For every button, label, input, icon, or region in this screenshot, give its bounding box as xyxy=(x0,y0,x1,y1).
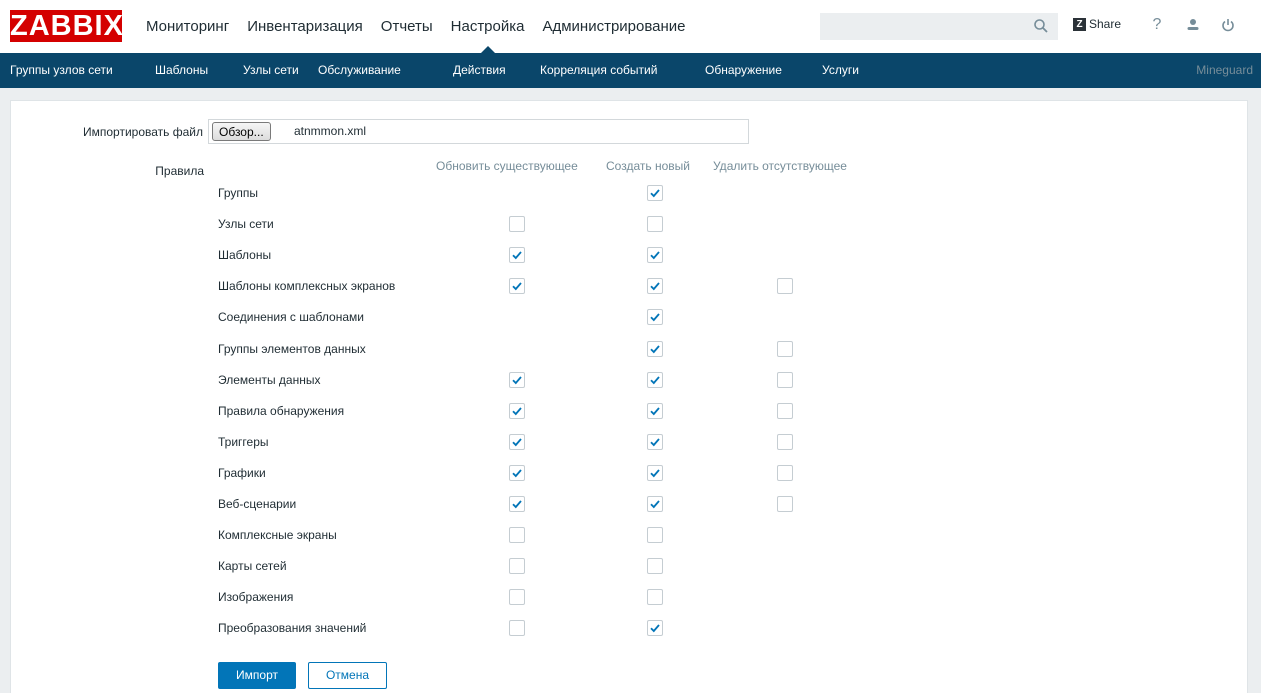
import-form-panel xyxy=(10,100,1248,693)
rule-label: Графики xyxy=(218,466,266,480)
import-file-input[interactable]: Обзор... atnmmon.xml xyxy=(208,119,749,144)
share-label: Share xyxy=(1089,17,1122,31)
rule-label: Группы элементов данных xyxy=(218,342,366,356)
submenu-hosts[interactable]: Узлы сети xyxy=(243,53,299,88)
rule-checkbox-create[interactable] xyxy=(647,527,663,543)
rule-checkbox-create[interactable] xyxy=(647,403,663,419)
column-update-existing: Обновить существующее xyxy=(436,159,578,173)
rule-label: Соединения с шаблонами xyxy=(218,310,364,324)
import-file-label: Импортировать файл xyxy=(83,125,203,139)
rule-label: Карты сетей xyxy=(218,559,287,573)
rule-checkbox-update[interactable] xyxy=(509,278,525,294)
rule-checkbox-update[interactable] xyxy=(509,372,525,388)
zabbix-logo[interactable]: ZABBIX xyxy=(10,10,123,42)
rule-checkbox-delete[interactable] xyxy=(777,403,793,419)
cancel-button[interactable]: Отмена xyxy=(308,662,387,689)
rules-label: Правила xyxy=(155,164,204,178)
submenu-actions[interactable]: Действия xyxy=(453,53,506,88)
sub-menu: Группы узлов сети Шаблоны Узлы сети Обсл… xyxy=(0,53,1261,88)
rule-checkbox-update[interactable] xyxy=(509,558,525,574)
rule-checkbox-update[interactable] xyxy=(509,465,525,481)
power-icon[interactable] xyxy=(1218,15,1238,35)
submenu-templates[interactable]: Шаблоны xyxy=(155,53,208,88)
rule-checkbox-create[interactable] xyxy=(647,496,663,512)
search-input[interactable] xyxy=(820,13,1058,40)
rule-checkbox-update[interactable] xyxy=(509,589,525,605)
share-icon: Z xyxy=(1073,17,1086,31)
menu-inventory[interactable]: Инвентаризация xyxy=(238,0,372,53)
rule-checkbox-create[interactable] xyxy=(647,589,663,605)
rule-checkbox-delete[interactable] xyxy=(777,372,793,388)
rule-checkbox-create[interactable] xyxy=(647,434,663,450)
browse-button[interactable]: Обзор... xyxy=(212,122,271,141)
rule-checkbox-create[interactable] xyxy=(647,216,663,232)
help-icon[interactable]: ? xyxy=(1147,15,1167,35)
submenu-maintenance[interactable]: Обслуживание xyxy=(318,53,401,88)
rule-checkbox-update[interactable] xyxy=(509,620,525,636)
rule-label: Веб-сценарии xyxy=(218,497,297,511)
import-button[interactable]: Импорт xyxy=(218,662,296,689)
rule-label: Шаблоны комплексных экранов xyxy=(218,279,396,293)
rule-checkbox-create[interactable] xyxy=(647,620,663,636)
rule-label: Шаблоны xyxy=(218,248,272,262)
rule-label: Правила обнаружения xyxy=(218,404,345,418)
rule-label: Элементы данных xyxy=(218,373,321,387)
rule-label: Группы xyxy=(218,186,258,200)
rule-label: Узлы сети xyxy=(218,217,274,231)
submenu-services[interactable]: Услуги xyxy=(822,53,859,88)
menu-monitoring[interactable]: Мониторинг xyxy=(137,0,238,53)
rule-checkbox-delete[interactable] xyxy=(777,341,793,357)
column-delete-missing: Удалить отсутствующее xyxy=(713,159,847,173)
user-icon[interactable] xyxy=(1183,15,1203,35)
share-link[interactable]: Z Share xyxy=(1073,17,1121,31)
rule-checkbox-update[interactable] xyxy=(509,434,525,450)
search-icon[interactable] xyxy=(1033,18,1049,34)
menu-configuration[interactable]: Настройка xyxy=(442,0,534,53)
rule-checkbox-create[interactable] xyxy=(647,247,663,263)
rule-checkbox-update[interactable] xyxy=(509,527,525,543)
rule-checkbox-create[interactable] xyxy=(647,341,663,357)
rule-checkbox-delete[interactable] xyxy=(777,465,793,481)
menu-reports[interactable]: Отчеты xyxy=(372,0,442,53)
rule-checkbox-create[interactable] xyxy=(647,558,663,574)
rule-checkbox-create[interactable] xyxy=(647,465,663,481)
top-bar: ZABBIX Мониторинг Инвентаризация Отчеты … xyxy=(0,0,1261,53)
file-name: atnmmon.xml xyxy=(294,124,367,138)
rule-label: Изображения xyxy=(218,590,294,604)
rule-label: Триггеры xyxy=(218,435,269,449)
rule-checkbox-update[interactable] xyxy=(509,403,525,419)
submenu-discovery[interactable]: Обнаружение xyxy=(705,53,782,88)
rule-checkbox-delete[interactable] xyxy=(777,278,793,294)
rule-label: Преобразования значений xyxy=(218,621,367,635)
main-menu: Мониторинг Инвентаризация Отчеты Настрой… xyxy=(137,0,695,53)
rule-checkbox-create[interactable] xyxy=(647,372,663,388)
submenu-event-correlation[interactable]: Корреляция событий xyxy=(540,53,657,88)
server-name: Mineguard xyxy=(1196,63,1253,77)
rule-checkbox-update[interactable] xyxy=(509,216,525,232)
rule-checkbox-create[interactable] xyxy=(647,185,663,201)
rule-checkbox-update[interactable] xyxy=(509,247,525,263)
submenu-host-groups[interactable]: Группы узлов сети xyxy=(10,53,113,88)
column-create-new: Создать новый xyxy=(606,159,690,173)
rule-checkbox-delete[interactable] xyxy=(777,496,793,512)
menu-administration[interactable]: Администрирование xyxy=(533,0,694,53)
rule-checkbox-update[interactable] xyxy=(509,496,525,512)
rule-label: Комплексные экраны xyxy=(218,528,337,542)
rule-checkbox-delete[interactable] xyxy=(777,434,793,450)
rule-checkbox-create[interactable] xyxy=(647,278,663,294)
rule-checkbox-create[interactable] xyxy=(647,309,663,325)
